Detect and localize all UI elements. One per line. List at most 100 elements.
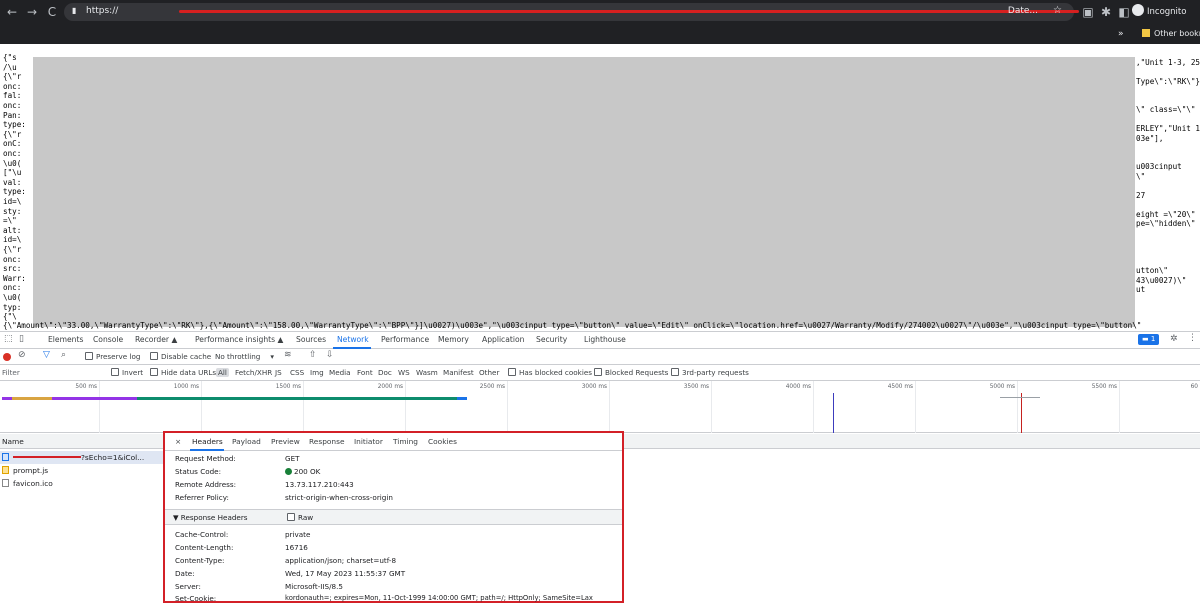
tab-sources[interactable]: Sources bbox=[296, 335, 326, 344]
search-icon[interactable]: ⌕ bbox=[61, 350, 66, 360]
chevron-down-icon: ▾ bbox=[270, 352, 274, 361]
url-redaction bbox=[179, 10, 1079, 13]
filter-type-css[interactable]: CSS bbox=[290, 368, 304, 377]
puzzle-icon[interactable]: ✱ bbox=[1098, 4, 1114, 20]
detail-tab-bar: × Headers Payload Preview Response Initi… bbox=[165, 433, 622, 451]
filter-type-img[interactable]: Img bbox=[310, 368, 324, 377]
tab-recorder[interactable]: Recorder ▲ bbox=[135, 335, 177, 344]
filter-type-fetch-xhr[interactable]: Fetch/XHR bbox=[235, 368, 272, 377]
invert-label: Invert bbox=[122, 368, 144, 377]
incognito-indicator[interactable]: Incognito bbox=[1132, 4, 1196, 20]
filter-type-all[interactable]: All bbox=[216, 368, 229, 377]
address-bar[interactable]: ▮ https:// Date... ☆ bbox=[64, 3, 1079, 21]
timeline-gridline bbox=[609, 381, 610, 433]
json-line-left: onc: bbox=[3, 81, 22, 91]
network-timeline[interactable]: 500 ms 1000 ms 1500 ms 2000 ms 2500 ms 3000 m… bbox=[0, 381, 1200, 433]
blocked-requests-checkbox[interactable]: Blocked Requests bbox=[594, 368, 668, 377]
star-icon[interactable]: ☆ bbox=[1053, 5, 1062, 16]
js-file-icon bbox=[2, 466, 9, 474]
third-party-checkbox[interactable]: 3rd-party requests bbox=[671, 368, 749, 377]
clear-icon[interactable]: ⊘ bbox=[18, 350, 26, 360]
request-row[interactable]: prompt.js bbox=[0, 464, 164, 477]
close-icon[interactable]: × bbox=[175, 437, 181, 446]
response-headers-section[interactable]: ▼ Response Headers Raw bbox=[165, 509, 622, 525]
timeline-tick-label: 3000 ms bbox=[581, 384, 607, 390]
timeline-tick-label: 3500 ms bbox=[683, 384, 709, 390]
upload-icon[interactable]: ⇧ bbox=[309, 350, 317, 360]
wifi-icon[interactable]: ≋ bbox=[284, 350, 292, 360]
tab-timing[interactable]: Timing bbox=[393, 437, 418, 446]
timeline-gridline bbox=[1119, 381, 1120, 433]
back-icon[interactable]: ← bbox=[4, 4, 20, 20]
filter-type-doc[interactable]: Doc bbox=[378, 368, 392, 377]
filter-type-js[interactable]: JS bbox=[275, 368, 282, 377]
invert-checkbox[interactable]: Invert bbox=[111, 368, 143, 377]
hide-data-urls-checkbox[interactable]: Hide data URLs bbox=[150, 368, 216, 377]
side-panel-icon[interactable]: ◧ bbox=[1116, 4, 1132, 20]
settings-gear-icon[interactable]: ✲ bbox=[1170, 334, 1178, 344]
tab-response[interactable]: Response bbox=[309, 437, 345, 446]
json-line-left: val: bbox=[3, 177, 22, 187]
tab-payload[interactable]: Payload bbox=[232, 437, 261, 446]
preserve-log-checkbox[interactable]: Preserve log bbox=[85, 352, 140, 361]
raw-checkbox[interactable]: Raw bbox=[287, 513, 313, 522]
bookmarks-overflow-button[interactable]: » bbox=[1118, 27, 1124, 41]
json-line-left: sty: bbox=[3, 206, 22, 216]
column-name[interactable]: Name bbox=[2, 437, 24, 446]
tab-network[interactable]: Network bbox=[337, 335, 369, 344]
tab-lighthouse[interactable]: Lighthouse bbox=[584, 335, 626, 344]
filter-type-manifest[interactable]: Manifest bbox=[443, 368, 474, 377]
other-bookmarks[interactable]: Other bookmarks bbox=[1142, 27, 1200, 41]
issues-badge[interactable]: ▬ 1 bbox=[1138, 334, 1160, 345]
filter-type-ws[interactable]: WS bbox=[398, 368, 410, 377]
inspect-icon[interactable]: ⬚ bbox=[4, 334, 13, 344]
blocked-cookies-checkbox[interactable]: Has blocked cookies bbox=[508, 368, 592, 377]
lock-icon: ▮ bbox=[72, 6, 77, 15]
tab-application[interactable]: Application bbox=[482, 335, 524, 344]
filter-type-other[interactable]: Other bbox=[479, 368, 499, 377]
disable-cache-checkbox[interactable]: Disable cache bbox=[150, 352, 211, 361]
filter-funnel-icon[interactable]: ▽ bbox=[43, 350, 50, 360]
json-line-left: \u0( bbox=[3, 158, 22, 168]
tab-initiator[interactable]: Initiator bbox=[354, 437, 383, 446]
tab-headers[interactable]: Headers bbox=[192, 437, 223, 446]
url-prefix: https:// bbox=[86, 6, 119, 16]
devtools-tab-bar: ⬚ ▯ Elements Console Recorder ▲ Performa… bbox=[0, 332, 1200, 349]
timeline-bar-green bbox=[137, 397, 457, 400]
json-line-left: type: bbox=[3, 187, 26, 197]
json-line-left: {"\ bbox=[3, 312, 17, 322]
device-toggle-icon[interactable]: ▯ bbox=[19, 334, 24, 344]
header-value: application/json; charset=utf-8 bbox=[285, 556, 397, 565]
json-line-left: /\u bbox=[3, 62, 17, 72]
timeline-gridline bbox=[99, 381, 100, 433]
forward-icon[interactable]: → bbox=[24, 4, 40, 20]
name-redaction bbox=[13, 456, 81, 458]
header-key: Request Method: bbox=[175, 454, 236, 463]
header-value: 200 OK bbox=[294, 467, 321, 476]
tab-security[interactable]: Security bbox=[536, 335, 567, 344]
tab-memory[interactable]: Memory bbox=[438, 335, 469, 344]
extension-icon[interactable]: ▣ bbox=[1080, 4, 1096, 20]
tab-console[interactable]: Console bbox=[93, 335, 123, 344]
header-value: strict-origin-when-cross-origin bbox=[285, 493, 393, 502]
request-name: ?sEcho=1&iCol... bbox=[81, 453, 145, 462]
more-options-icon[interactable]: ⋮ bbox=[1188, 333, 1197, 343]
download-icon[interactable]: ⇩ bbox=[326, 350, 334, 360]
tab-preview[interactable]: Preview bbox=[271, 437, 300, 446]
request-row-selected[interactable]: ?sEcho=1&iCol... bbox=[0, 451, 164, 464]
page-content: {"s/\u {\"r onc: fal: onc: Pan: type: {\"r onC: o… bbox=[0, 44, 1200, 331]
filter-type-font[interactable]: Font bbox=[357, 368, 373, 377]
tab-cookies[interactable]: Cookies bbox=[428, 437, 457, 446]
throttling-select[interactable]: No throttling ▾ bbox=[215, 352, 274, 361]
filter-input[interactable]: Filter bbox=[2, 368, 20, 377]
filter-type-wasm[interactable]: Wasm bbox=[416, 368, 438, 377]
filter-type-media[interactable]: Media bbox=[329, 368, 351, 377]
tab-performance[interactable]: Performance bbox=[381, 335, 429, 344]
section-title: ▼ Response Headers bbox=[173, 513, 248, 522]
tab-performance-insights[interactable]: Performance insights ▲ bbox=[195, 335, 283, 344]
reload-icon[interactable]: C bbox=[44, 4, 60, 20]
request-row[interactable]: favicon.ico bbox=[0, 477, 164, 490]
json-line-left: ["\u bbox=[3, 168, 22, 178]
tab-elements[interactable]: Elements bbox=[48, 335, 83, 344]
record-icon[interactable] bbox=[3, 353, 11, 361]
